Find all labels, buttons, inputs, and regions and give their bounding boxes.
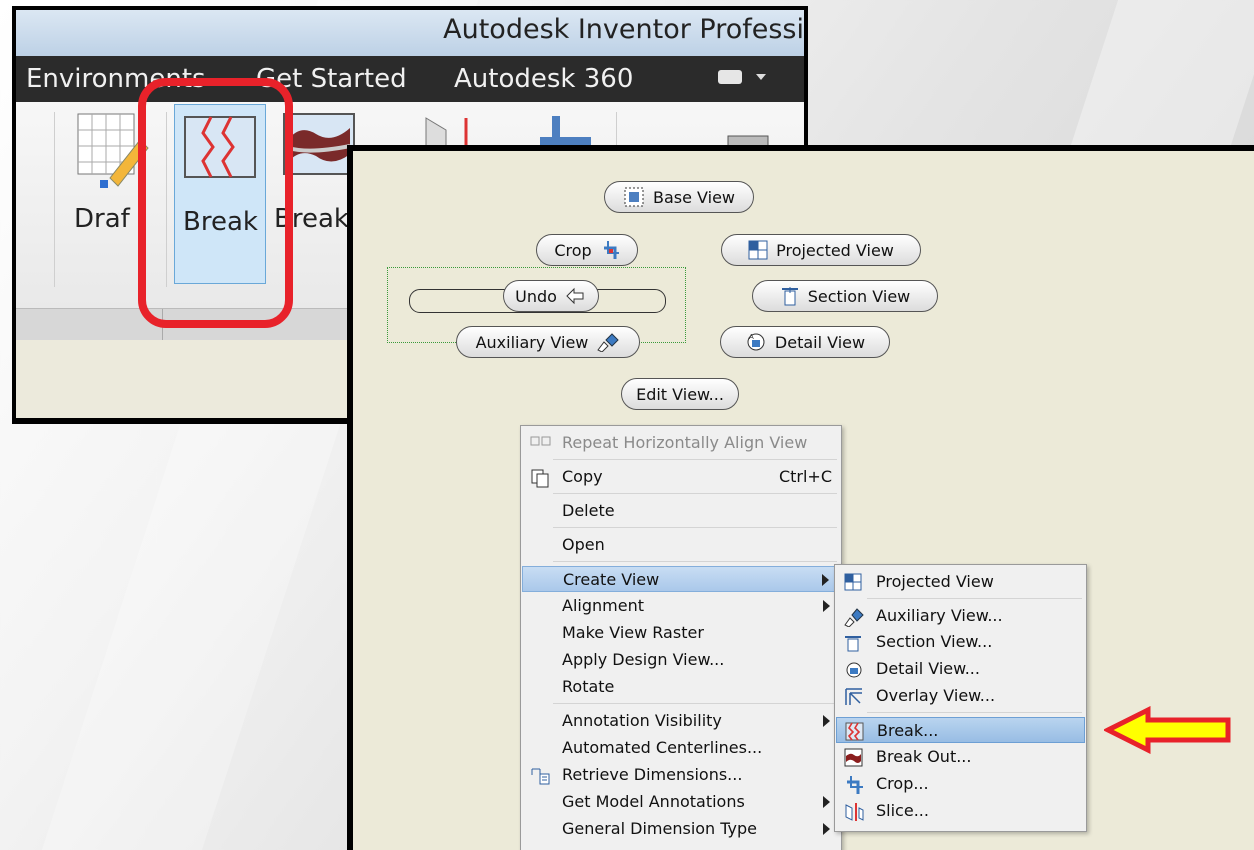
detail-view-button[interactable]: A Detail View [720,326,890,358]
submenu-item-crop[interactable]: Crop... [836,771,1085,797]
submenu-arrow-icon [823,600,830,612]
crop-label: Crop [554,240,592,260]
submenu-item-break[interactable]: Break... [836,717,1085,743]
base-view-button[interactable]: Base View [604,181,754,213]
highlight-box [138,78,293,328]
menu-item-open[interactable]: Open [522,532,840,558]
section-view-icon [845,636,861,652]
detail-view-icon: A [747,333,765,351]
menu-item-rotate[interactable]: Rotate [522,674,840,700]
menu-item-apply-design-view[interactable]: Apply Design View... [522,647,840,673]
menu-item-general-dimension-type[interactable]: General Dimension Type [522,816,840,842]
submenu-arrow-icon [823,796,830,808]
undo-label: Undo [515,286,557,306]
crop-icon [603,241,619,259]
draft-view-label: Draf [74,204,130,234]
copy-icon [531,469,549,488]
submenu-item-auxiliary-view[interactable]: Auxiliary View... [836,603,1085,629]
section-view-button[interactable]: Section View [752,280,938,312]
menu-item-delete[interactable]: Delete [522,498,840,524]
context-menu: Repeat Horizontally Align View Copy Ctrl… [520,425,842,850]
retrieve-dimensions-icon [531,768,550,785]
pointer-arrow-icon [1104,706,1231,754]
chevron-down-icon[interactable] [756,74,766,80]
submenu-arrow-icon [822,574,829,586]
base-view-icon [624,187,644,207]
edit-view-button[interactable]: Edit View... [621,378,739,410]
section-view-icon [781,287,798,306]
slice-icon [845,803,864,821]
projected-view-icon [844,573,862,591]
base-view-label: Base View [652,187,735,207]
submenu-item-overlay-view[interactable]: Overlay View... [836,683,1085,709]
menu-item-get-model-annotations[interactable]: Get Model Annotations [522,789,840,815]
detail-view-icon [846,662,862,678]
auxiliary-view-icon [597,333,620,352]
auxiliary-view-icon [844,608,864,627]
menu-item-copy[interactable]: Copy Ctrl+C [522,464,840,490]
projected-view-label: Projected View [776,240,894,260]
svg-text:A: A [749,333,754,341]
submenu-item-break-out[interactable]: Break Out... [836,744,1085,770]
break-out-icon [844,748,863,767]
submenu-item-section-view[interactable]: Section View... [836,629,1085,655]
copy-shortcut: Ctrl+C [778,467,832,486]
submenu-arrow-icon [823,823,830,835]
crop-button[interactable]: Crop [536,234,638,266]
menu-item-automated-centerlines[interactable]: Automated Centerlines... [522,735,840,761]
create-view-submenu: Projected View Auxiliary View... Section… [834,564,1087,832]
display-toggle-icon[interactable] [718,70,742,84]
ribbon-tab-bar: Environments Get Started Autodesk 360 [16,56,804,102]
menu-item-make-view-raster[interactable]: Make View Raster [522,620,840,646]
menu-item-repeat-align: Repeat Horizontally Align View [522,430,840,456]
menu-item-annotation-visibility[interactable]: Annotation Visibility [522,708,840,734]
submenu-item-projected-view[interactable]: Projected View [836,569,1085,595]
submenu-item-slice[interactable]: Slice... [836,798,1085,824]
detail-view-label: Detail View [774,332,866,352]
undo-button[interactable]: Undo [503,280,599,312]
tab-autodesk-360[interactable]: Autodesk 360 [454,64,633,94]
align-icon [530,436,551,446]
submenu-item-detail-view[interactable]: Detail View... [836,656,1085,682]
overlay-view-icon [845,688,862,705]
menu-item-retrieve-dimensions[interactable]: Retrieve Dimensions... [522,762,840,788]
section-view-label: Section View [807,286,911,306]
projected-view-button[interactable]: Projected View [721,234,921,266]
edit-view-label: Edit View... [636,384,724,404]
auxiliary-view-label: Auxiliary View [475,332,589,352]
title-bar: Autodesk Inventor Professi [16,10,804,56]
submenu-arrow-icon [823,715,830,727]
window-title: Autodesk Inventor Professi [443,14,804,45]
undo-icon [566,287,584,305]
auxiliary-view-button[interactable]: Auxiliary View [456,326,640,358]
menu-item-create-view[interactable]: Create View [522,566,840,592]
projected-view-icon [748,240,768,260]
crop-icon [847,776,863,794]
break-icon [845,722,864,741]
menu-item-alignment[interactable]: Alignment [522,593,840,619]
